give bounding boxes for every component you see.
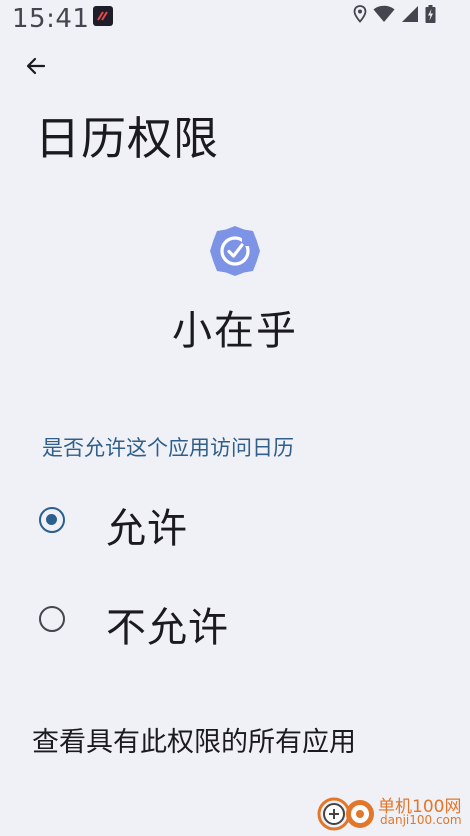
page-title: 日历权限 [35, 112, 220, 165]
permission-question: 是否允许这个应用访问日历 [42, 436, 294, 460]
app-notification-icon [93, 6, 113, 26]
radio-button-deny[interactable] [39, 606, 65, 632]
watermark-url: danji100.com [380, 813, 462, 827]
battery-charging-icon [425, 5, 436, 27]
see-all-apps-link[interactable]: 查看具有此权限的所有应用 [32, 720, 356, 759]
status-bar: 15:41 [0, 0, 470, 40]
radio-option-allow[interactable]: 允许 [0, 480, 470, 560]
location-icon [353, 5, 367, 27]
signal-icon [401, 5, 419, 27]
check-badge-icon [208, 224, 262, 278]
back-button[interactable] [18, 50, 54, 86]
arrow-left-icon [24, 54, 48, 82]
radio-button-allow[interactable] [39, 507, 65, 533]
watermark-logo-icon [316, 792, 378, 832]
watermark: 单机100网 danji100.com [316, 792, 466, 832]
status-time: 15:41 [12, 4, 90, 34]
app-name: 小在乎 [172, 308, 298, 354]
radio-label-deny: 不允许 [106, 605, 229, 651]
radio-option-deny[interactable]: 不允许 [0, 579, 470, 659]
radio-label-allow: 允许 [106, 506, 188, 552]
wifi-icon [373, 5, 395, 27]
status-icons [353, 5, 436, 27]
